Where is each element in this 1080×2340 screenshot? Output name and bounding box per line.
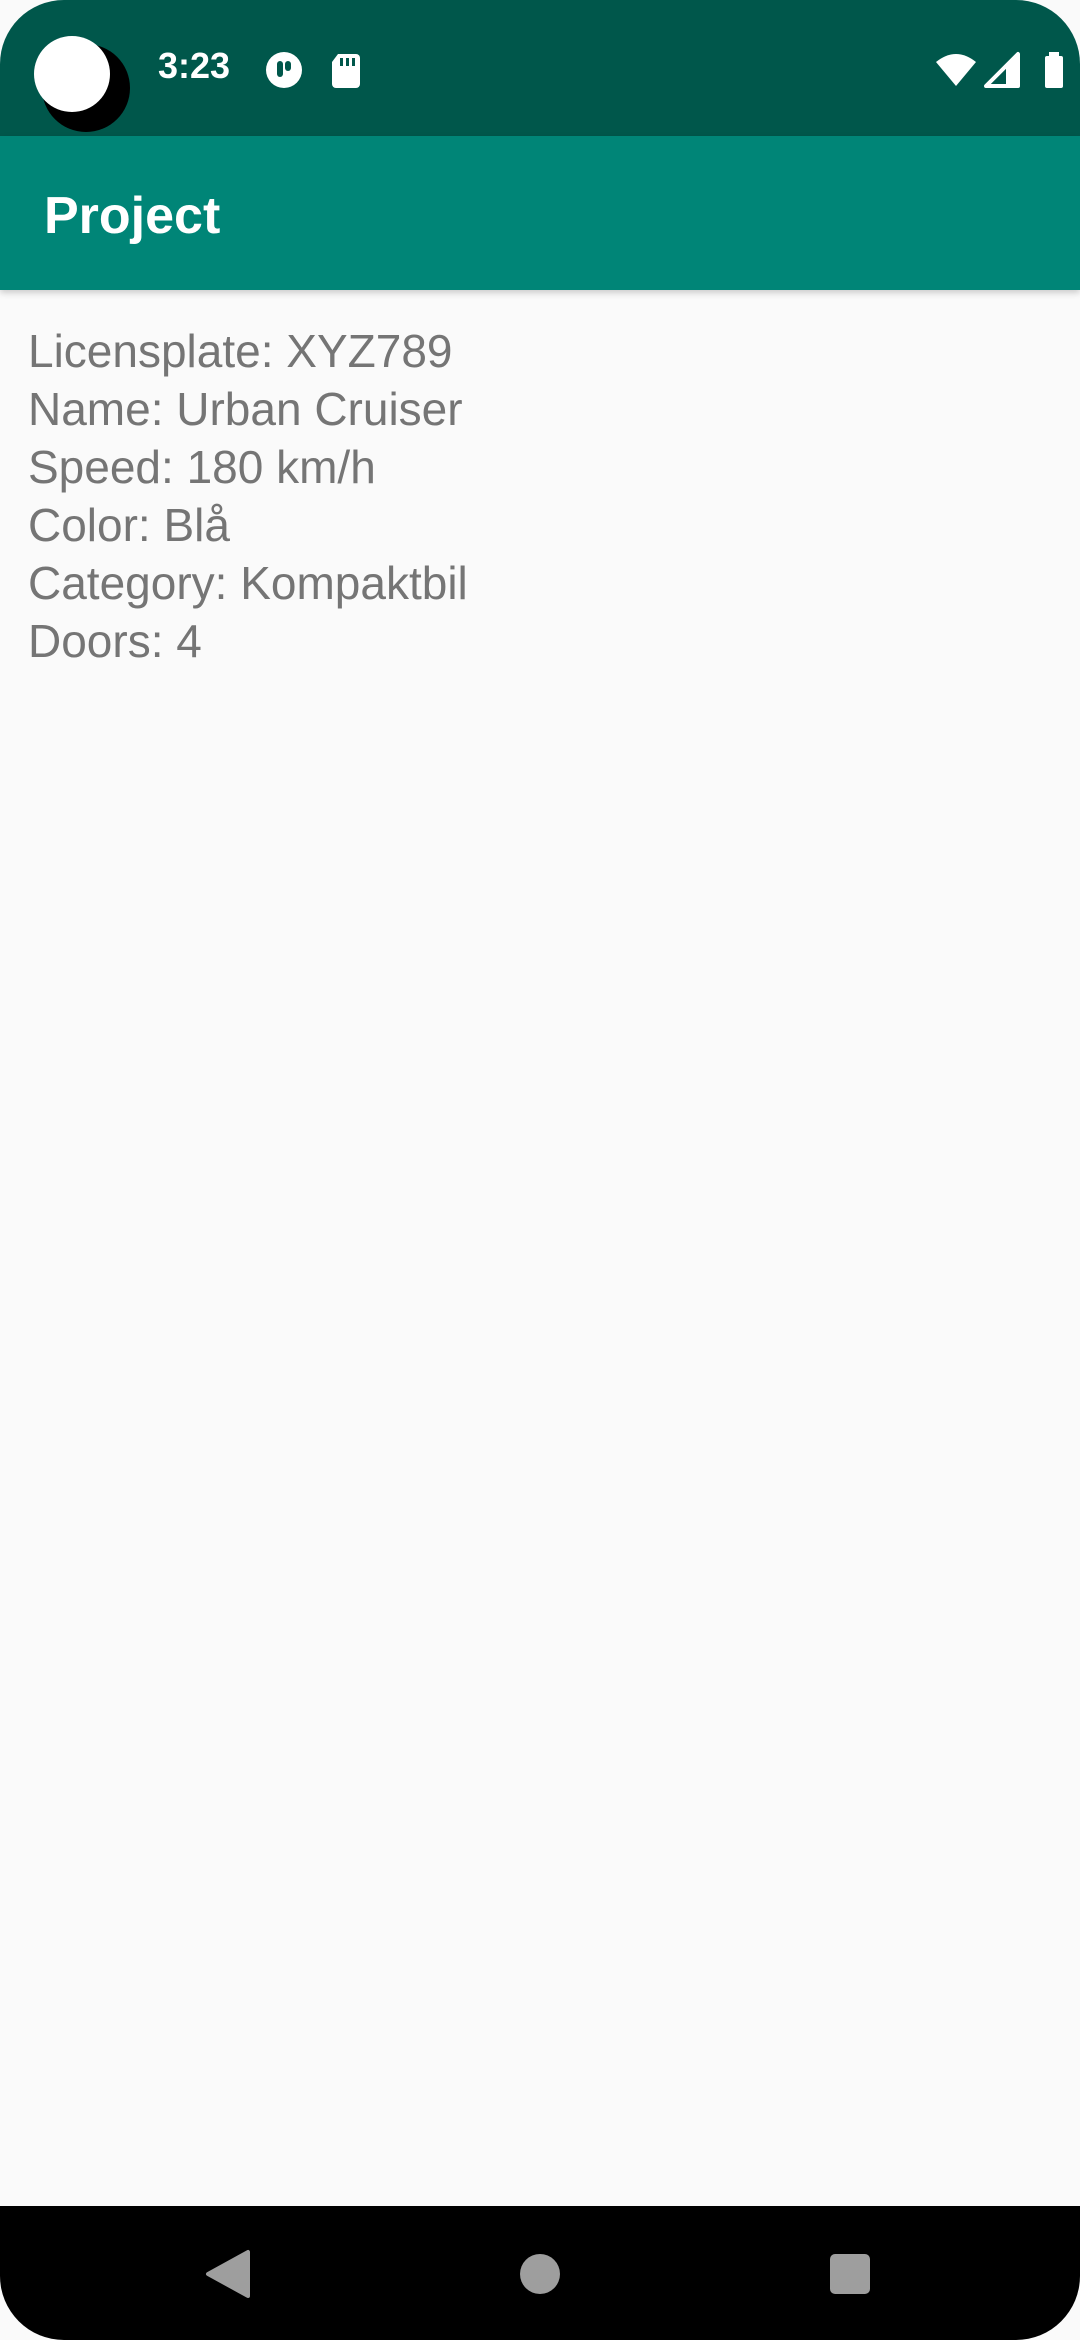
detail-licensplate: Licensplate: XYZ789 [28,325,453,377]
camera-cutout [34,36,130,132]
detail-color: Color: Blå [28,499,230,551]
navigation-bar [0,2206,1080,2340]
vehicle-details: Licensplate: XYZ789 Name: Urban Cruiser … [28,322,1048,670]
recents-icon[interactable] [822,2246,878,2302]
wifi-icon [936,54,976,86]
detail-speed: Speed: 180 km/h [28,441,376,493]
detail-category: Category: Kompaktbil [28,557,468,609]
app-title: Project [44,187,221,245]
battery-icon [1045,52,1063,88]
home-icon[interactable] [512,2246,568,2302]
phone-screen: 3:23 Project Licensplate: XYZ789 Name: U… [0,0,1080,2340]
status-bar: 3:23 [0,0,1080,136]
app-bar: Project [0,136,1080,290]
notification-app-icon [266,52,302,88]
signal-icon [984,52,1020,88]
detail-doors: Doors: 4 [28,615,202,667]
sd-card-icon [332,54,360,88]
back-icon[interactable] [200,2246,256,2302]
detail-name: Name: Urban Cruiser [28,383,463,435]
status-time: 3:23 [158,45,231,86]
